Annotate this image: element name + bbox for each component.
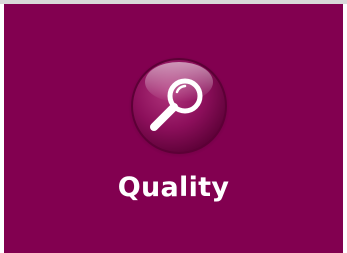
magnifying-glass-icon: [128, 56, 230, 158]
tile-label: Quality: [117, 172, 230, 203]
quality-tile-frame: Quality: [0, 0, 347, 253]
